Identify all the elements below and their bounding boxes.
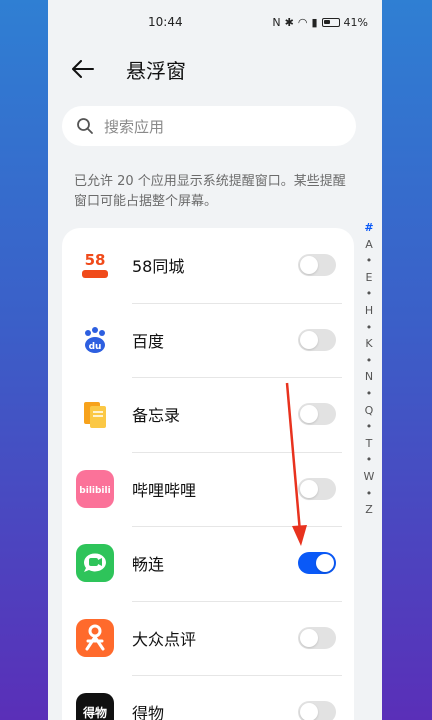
nfc-icon: N (272, 15, 281, 29)
list-item: 备忘录 (62, 377, 354, 452)
list-item: 58 58同城 (62, 228, 354, 303)
index-letter[interactable]: E (366, 270, 373, 287)
index-letter[interactable]: K (365, 336, 372, 353)
status-bar: 10:44 N ✱ ◠ ▮ 41% (48, 0, 382, 44)
app-list: 58 58同城 du 百度 备忘录 bilibili 哔哩哔哩 畅连 大众点评 … (62, 228, 354, 720)
signal-icon: ▮ (311, 15, 318, 29)
index-letter[interactable]: H (365, 303, 373, 320)
index-letter[interactable]: W (364, 469, 375, 486)
index-dot: • (365, 287, 373, 301)
app-name: 备忘录 (132, 406, 181, 426)
index-dot: • (365, 386, 373, 400)
index-dot: • (365, 486, 373, 500)
index-letter[interactable]: Z (365, 502, 373, 519)
toggle-58-tongcheng[interactable] (298, 254, 336, 277)
app-name: 哔哩哔哩 (132, 480, 197, 500)
dianping-icon (76, 618, 114, 657)
index-letter[interactable]: Q (365, 403, 374, 420)
battery-icon (321, 17, 340, 27)
dewu-icon: 得物 (76, 693, 114, 720)
toggle-dewu[interactable] (298, 701, 336, 720)
svg-text:du: du (89, 342, 102, 352)
app-name: 大众点评 (132, 629, 197, 649)
header: 悬浮窗 (48, 44, 382, 94)
status-time: 10:44 (148, 15, 183, 29)
search-input[interactable]: 搜索应用 (62, 106, 356, 146)
app-name: 得物 (132, 704, 165, 720)
toggle-baidu[interactable] (298, 328, 336, 351)
index-dot: • (365, 420, 373, 434)
status-icons: N ✱ ◠ ▮ 41% (272, 16, 368, 29)
battery-percent: 41% (343, 15, 368, 29)
app-name: 畅连 (132, 555, 165, 575)
back-arrow-icon[interactable] (70, 56, 96, 82)
app-name: 58同城 (132, 257, 185, 277)
list-item: 得物 得物 (62, 675, 354, 720)
app-name: 百度 (132, 331, 165, 351)
index-letter[interactable]: # (364, 220, 373, 237)
list-item: 大众点评 (62, 600, 354, 676)
list-item: 畅连 (62, 526, 354, 601)
index-letter[interactable]: T (366, 436, 373, 453)
index-dot: • (365, 254, 373, 268)
notice-text: 已允许 20 个应用显示系统提醒窗口。某些提醒窗口可能占据整个屏幕。 (74, 174, 346, 209)
index-dot: • (365, 453, 373, 467)
index-letter[interactable]: N (365, 369, 373, 386)
search-placeholder: 搜索应用 (104, 117, 165, 136)
baidu-icon: du (76, 320, 114, 359)
toggle-bilibili[interactable] (298, 477, 336, 500)
toggle-dianping[interactable] (298, 626, 336, 649)
toggle-changlian[interactable] (298, 552, 336, 575)
wifi-icon: ◠ (297, 15, 308, 29)
list-item: bilibili 哔哩哔哩 (62, 451, 354, 527)
notes-icon (76, 395, 114, 434)
alphabet-index[interactable]: # A • E • H • K • N • Q • T • W • Z (358, 220, 380, 519)
phone-screen: 10:44 N ✱ ◠ ▮ 41% 悬浮窗 搜索应用 已允许 20 个应用显示系… (48, 0, 382, 720)
index-letter[interactable]: A (365, 237, 373, 254)
search-icon (77, 118, 93, 134)
index-dot: • (365, 320, 373, 334)
svg-text:bilibili: bilibili (79, 486, 110, 496)
bluetooth-icon: ✱ (284, 15, 294, 29)
list-item: du 百度 (62, 302, 354, 378)
svg-text:58: 58 (85, 251, 106, 269)
index-dot: • (365, 353, 373, 367)
page-title: 悬浮窗 (126, 58, 186, 83)
svg-text:得物: 得物 (82, 705, 107, 720)
toggle-notes[interactable] (298, 403, 336, 426)
58-tongcheng-icon: 58 (76, 246, 114, 285)
bilibili-icon: bilibili (76, 469, 114, 508)
changlian-icon (76, 544, 114, 583)
